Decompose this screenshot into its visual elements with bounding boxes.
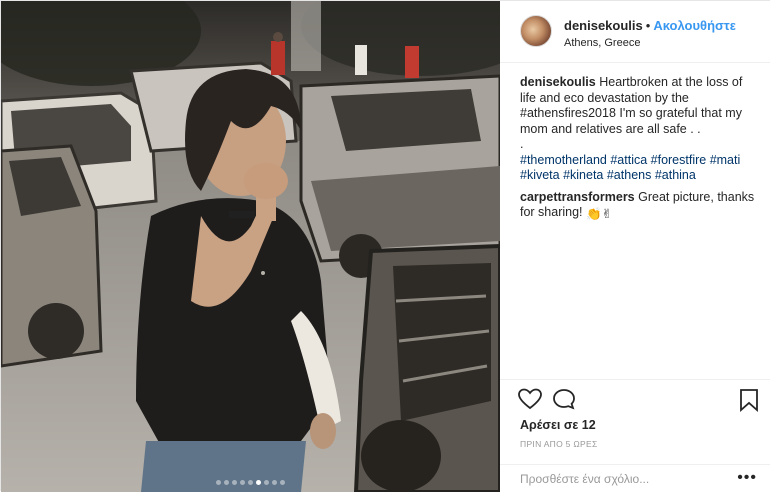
add-comment-input[interactable]: Προσθέστε ένα σχόλιο... — [520, 472, 649, 486]
heart-icon[interactable] — [518, 388, 542, 415]
comment-emoji: 👏✌ — [586, 207, 613, 221]
comments-section: denisekoulis Heartbroken at the loss of … — [520, 75, 756, 229]
carousel-dot — [224, 480, 229, 485]
header-line: denisekoulis • Ακολουθήστε — [564, 18, 736, 33]
username-link[interactable]: denisekoulis — [564, 18, 643, 33]
carousel-dot — [264, 480, 269, 485]
comment-item: carpettransformers Great picture, thanks… — [520, 190, 756, 223]
caption-hashtags[interactable]: #themotherland #attica #forestfire #mati… — [520, 153, 740, 183]
likes-count[interactable]: Αρέσει σε 12 — [520, 418, 596, 432]
add-comment-bar: Προσθέστε ένα σχόλιο... ••• — [500, 464, 770, 493]
separator-dot: • — [645, 18, 651, 33]
comment-icon[interactable] — [552, 388, 576, 415]
post-header: denisekoulis • Ακολουθήστε Athens, Greece — [500, 1, 770, 63]
comment-username[interactable]: carpettransformers — [520, 190, 635, 204]
location-link[interactable]: Athens, Greece — [564, 37, 640, 49]
caption-username[interactable]: denisekoulis — [520, 75, 596, 89]
post-actions: Αρέσει σε 12 ΠΡΙΝ ΑΠΟ 5 ΩΡΕΣ Προσθέστε έ… — [500, 379, 770, 492]
more-options-icon[interactable]: ••• — [737, 469, 757, 487]
carousel-dot — [280, 480, 285, 485]
carousel-indicator — [1, 480, 500, 485]
photo-illustration — [1, 1, 500, 492]
post-side-panel: denisekoulis • Ακολουθήστε Athens, Greece … — [500, 1, 770, 492]
instagram-post: denisekoulis • Ακολουθήστε Athens, Greece … — [0, 0, 770, 492]
carousel-dot — [240, 480, 245, 485]
carousel-dot — [248, 480, 253, 485]
carousel-dot-active — [256, 480, 261, 485]
caption: denisekoulis Heartbroken at the loss of … — [520, 75, 756, 184]
post-photo[interactable] — [1, 1, 500, 492]
carousel-dot — [272, 480, 277, 485]
carousel-dot — [232, 480, 237, 485]
carousel-dot — [216, 480, 221, 485]
post-timestamp[interactable]: ΠΡΙΝ ΑΠΟ 5 ΩΡΕΣ — [520, 439, 598, 449]
bookmark-icon[interactable] — [738, 388, 760, 417]
caption-dot: . — [520, 137, 524, 151]
follow-button[interactable]: Ακολουθήστε — [653, 18, 736, 33]
avatar[interactable] — [520, 15, 552, 47]
